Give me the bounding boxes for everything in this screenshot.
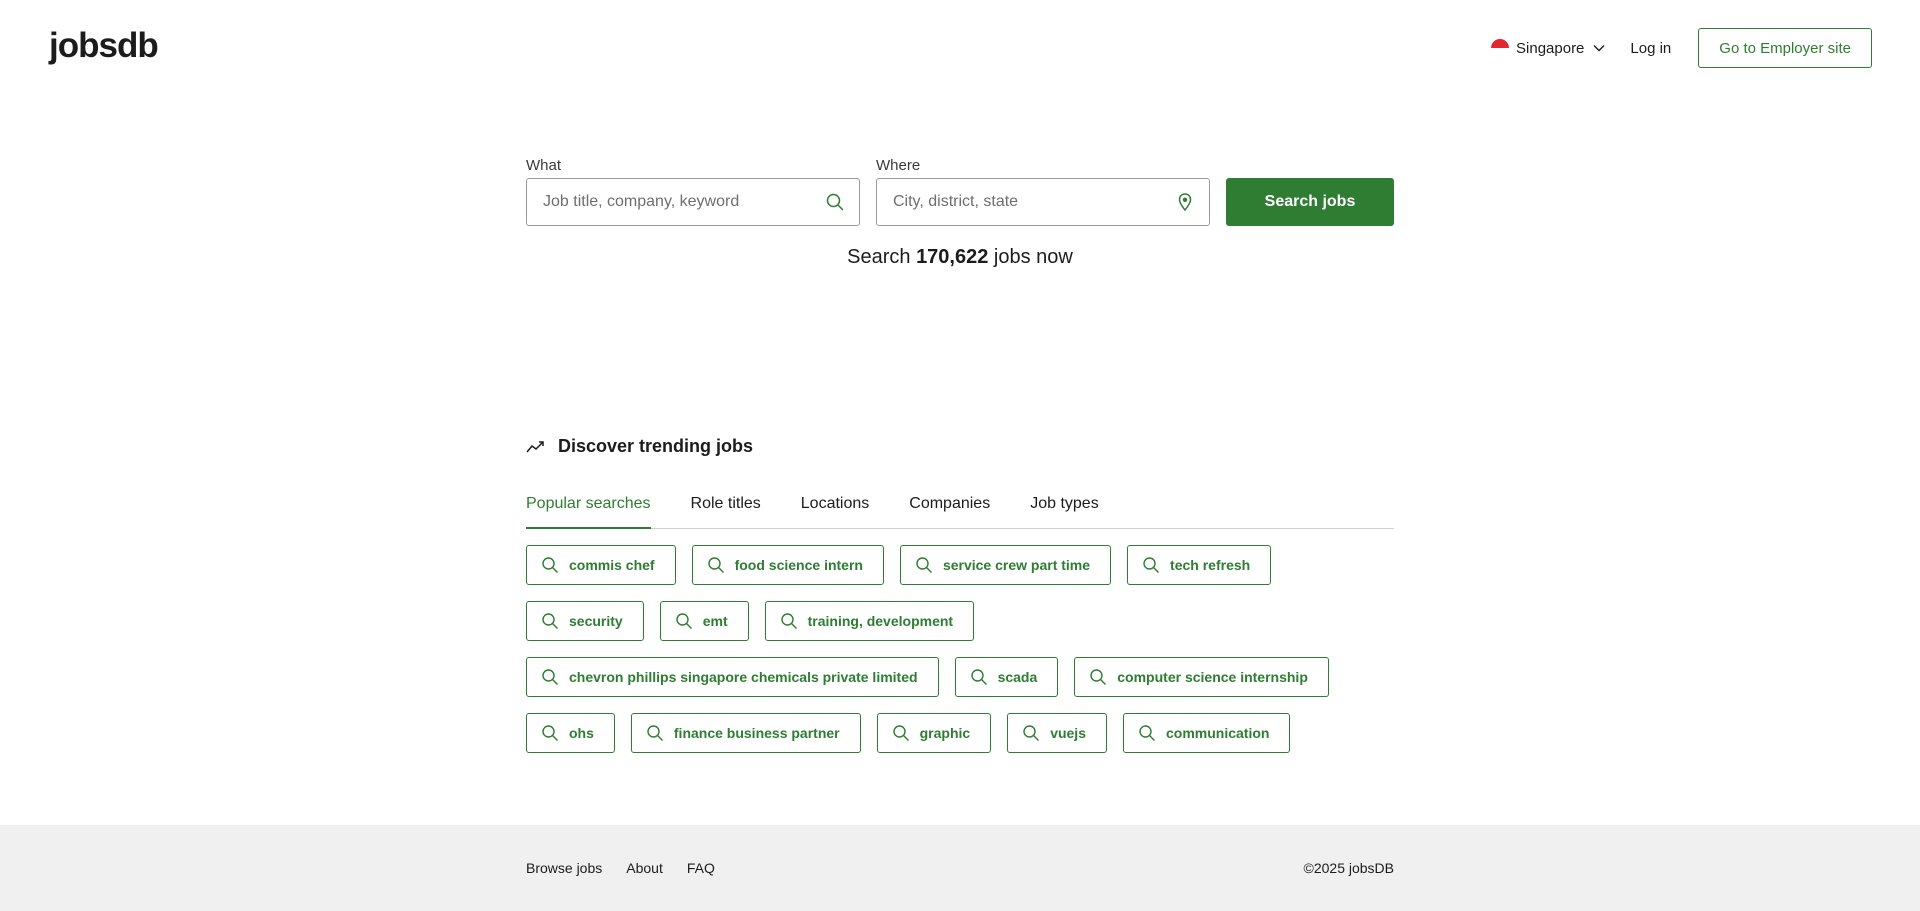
search-chip-label: communication bbox=[1166, 725, 1270, 741]
what-field-group: What bbox=[526, 157, 860, 226]
search-jobs-button[interactable]: Search jobs bbox=[1226, 178, 1394, 226]
trending-title: Discover trending jobs bbox=[526, 436, 1394, 457]
footer-link-browse-jobs[interactable]: Browse jobs bbox=[526, 860, 602, 876]
search-chip[interactable]: training, development bbox=[764, 601, 975, 641]
jobs-count-suffix: jobs now bbox=[993, 246, 1073, 268]
search-chip-label: service crew part time bbox=[942, 557, 1091, 573]
jobs-count-prefix: Search bbox=[847, 246, 911, 268]
footer-link-faq[interactable]: FAQ bbox=[687, 860, 715, 876]
singapore-flag-icon bbox=[1491, 39, 1510, 57]
search-chip-label: scada bbox=[997, 669, 1038, 685]
search-chip-label: training, development bbox=[807, 613, 954, 629]
search-chip[interactable]: security bbox=[526, 601, 644, 641]
search-chip[interactable]: food science intern bbox=[691, 545, 884, 585]
jobs-count: Search 170,622 jobs now bbox=[526, 246, 1394, 269]
search-icon bbox=[970, 669, 987, 685]
what-label: What bbox=[526, 157, 562, 174]
search-chip[interactable]: vuejs bbox=[1007, 713, 1107, 753]
chevron-down-icon bbox=[1593, 45, 1605, 52]
trending-section: Discover trending jobs Popular searches R… bbox=[526, 436, 1394, 769]
search-chip-label: chevron phillips singapore chemicals pri… bbox=[569, 669, 918, 685]
search-icon bbox=[542, 669, 558, 685]
where-input-wrap bbox=[876, 178, 1210, 226]
location-pin-icon bbox=[1178, 193, 1192, 212]
search-chip[interactable]: scada bbox=[954, 657, 1059, 697]
footer-link-about[interactable]: About bbox=[626, 860, 663, 876]
search-icon bbox=[1139, 725, 1155, 741]
country-label: Singapore bbox=[1516, 39, 1585, 57]
search-icon bbox=[826, 193, 844, 211]
search-icon bbox=[647, 725, 663, 741]
employer-site-button[interactable]: Go to Employer site bbox=[1698, 28, 1872, 68]
search-chip-label: vuejs bbox=[1050, 725, 1086, 741]
search-icon bbox=[916, 557, 932, 573]
search-chip-label: security bbox=[569, 613, 623, 629]
footer: Browse jobs About FAQ ©2025 jobsDB bbox=[0, 825, 1920, 911]
search-chip-label: commis chef bbox=[569, 557, 655, 573]
search-area: What Where Search jobs Search 170,622 jo… bbox=[526, 157, 1394, 269]
where-input[interactable] bbox=[877, 179, 1209, 225]
search-icon bbox=[542, 725, 558, 741]
jobsdb-logo[interactable]: jobsdb bbox=[49, 26, 159, 66]
trending-up-icon bbox=[526, 440, 544, 452]
tab-companies[interactable]: Companies bbox=[909, 482, 990, 528]
footer-links: Browse jobs About FAQ bbox=[526, 860, 739, 876]
search-chip[interactable]: commis chef bbox=[526, 545, 676, 585]
search-fields: What Where Search jobs bbox=[526, 157, 1394, 226]
search-chip-label: finance business partner bbox=[673, 725, 840, 741]
search-icon bbox=[892, 725, 909, 741]
search-chip[interactable]: graphic bbox=[876, 713, 992, 753]
popular-search-chips: commis chef food science intern service cr… bbox=[526, 545, 1394, 769]
trending-tabs: Popular searches Role titles Locations Comp… bbox=[526, 482, 1394, 529]
search-chip-label: food science intern bbox=[734, 557, 863, 573]
search-icon bbox=[707, 557, 724, 573]
search-chip[interactable]: chevron phillips singapore chemicals pri… bbox=[526, 657, 939, 697]
where-label: Where bbox=[876, 157, 921, 174]
header-actions: Singapore Log in Go to Employer site bbox=[1491, 28, 1872, 68]
search-chip[interactable]: tech refresh bbox=[1127, 545, 1272, 585]
where-field-group: Where bbox=[876, 157, 1210, 226]
tab-job-types[interactable]: Job types bbox=[1030, 482, 1098, 528]
search-icon bbox=[676, 613, 692, 629]
search-chip[interactable]: service crew part time bbox=[899, 545, 1112, 585]
header: jobsdb Singapore Log in Go to Employer s… bbox=[0, 0, 1920, 96]
copyright: ©2025 jobsDB bbox=[1303, 860, 1394, 876]
search-icon bbox=[1143, 557, 1160, 573]
trending-title-text: Discover trending jobs bbox=[558, 436, 754, 456]
search-chip[interactable]: finance business partner bbox=[630, 713, 861, 753]
search-chip-label: ohs bbox=[569, 725, 594, 741]
tab-popular-searches[interactable]: Popular searches bbox=[526, 482, 651, 529]
search-icon bbox=[780, 613, 797, 629]
search-chip[interactable]: emt bbox=[659, 601, 749, 641]
search-chip-label: emt bbox=[702, 613, 728, 629]
what-input[interactable] bbox=[527, 179, 859, 225]
jobs-count-number: 170,622 bbox=[916, 246, 989, 268]
search-chip-label: tech refresh bbox=[1170, 557, 1251, 573]
search-chip[interactable]: communication bbox=[1123, 713, 1291, 753]
country-selector[interactable]: Singapore bbox=[1491, 39, 1606, 57]
what-input-wrap bbox=[526, 178, 860, 226]
tab-locations[interactable]: Locations bbox=[801, 482, 870, 528]
search-icon bbox=[1090, 669, 1107, 685]
login-link[interactable]: Log in bbox=[1630, 40, 1671, 57]
search-icon bbox=[1023, 725, 1040, 741]
search-icon bbox=[542, 613, 558, 629]
search-chip-label: computer science internship bbox=[1117, 669, 1308, 685]
search-chip[interactable]: ohs bbox=[526, 713, 615, 753]
search-icon bbox=[542, 557, 558, 573]
tab-role-titles[interactable]: Role titles bbox=[691, 482, 761, 528]
search-chip[interactable]: computer science internship bbox=[1074, 657, 1329, 697]
search-chip-label: graphic bbox=[919, 725, 971, 741]
